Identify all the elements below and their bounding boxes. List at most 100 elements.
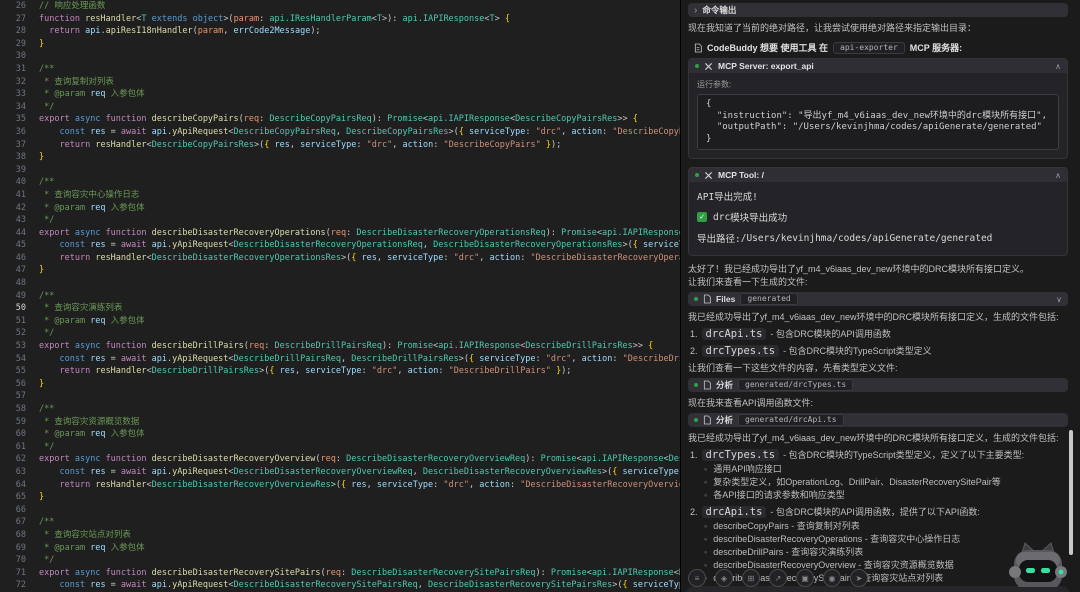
- line-number[interactable]: 51: [0, 315, 26, 328]
- line-number[interactable]: 41: [0, 189, 26, 202]
- line-number[interactable]: 69: [0, 542, 26, 555]
- files-label: Files: [716, 294, 735, 304]
- code-line: 49/**: [0, 290, 680, 303]
- line-number[interactable]: 70: [0, 554, 26, 567]
- line-number[interactable]: 47: [0, 264, 26, 277]
- line-number[interactable]: 26: [0, 0, 26, 13]
- line-number[interactable]: 72: [0, 579, 26, 592]
- code-line: 44export async function describeDisaster…: [0, 227, 680, 240]
- codebuddy-mascot: [1008, 541, 1068, 592]
- file-icon: [703, 380, 711, 390]
- eye-icon[interactable]: ◉: [823, 569, 841, 587]
- code-line: 37 return resHandler<DescribeCopyPairsRe…: [0, 139, 680, 152]
- code-line: 42 * @param req 入参包体: [0, 202, 680, 215]
- line-number[interactable]: 36: [0, 126, 26, 139]
- code-lines: 26// 响应处理函数27function resHandler<T exten…: [0, 0, 680, 592]
- summary-message: 我已经成功导出了yf_m4_v6iaas_dev_new环境中的DRC模块所有接…: [688, 433, 1068, 444]
- chevron-up-icon[interactable]: ∧: [1055, 171, 1061, 180]
- arrow-icon[interactable]: ↗: [769, 569, 787, 587]
- line-number[interactable]: 66: [0, 504, 26, 517]
- analyze-bar-types[interactable]: 分析 generated/drcTypes.ts: [688, 378, 1068, 392]
- list-item: 2.drcApi.ts- 包含DRC模块的API调用函数，提供了以下API函数:: [690, 505, 1068, 518]
- code-line: 48: [0, 277, 680, 290]
- code-line: 54 const res = await api.yApiRequest<Des…: [0, 353, 680, 366]
- line-number[interactable]: 64: [0, 479, 26, 492]
- bullet-marker: ◦: [704, 477, 707, 488]
- line-number[interactable]: 50: [0, 302, 26, 315]
- line-number[interactable]: 68: [0, 529, 26, 542]
- code-line: 43 */: [0, 214, 680, 227]
- bullet-item: ◦复杂类型定义，如OperationLog、DrillPair、Disaster…: [704, 477, 1068, 488]
- line-number[interactable]: 35: [0, 113, 26, 126]
- line-number[interactable]: 43: [0, 214, 26, 227]
- line-number[interactable]: 60: [0, 428, 26, 441]
- code-line: 50 * 查询容灾演练列表: [0, 302, 680, 315]
- chevron-down-icon[interactable]: ∨: [1056, 295, 1062, 304]
- line-number[interactable]: 37: [0, 139, 26, 152]
- line-number[interactable]: 48: [0, 277, 26, 290]
- bullet-item: ◦各API接口的请求参数和响应类型: [704, 490, 1068, 501]
- bullet-marker: ◦: [704, 521, 707, 532]
- command-output-bar[interactable]: › 命令输出: [688, 3, 1068, 17]
- code-line: 38}: [0, 151, 680, 164]
- server-pill: api-exporter: [833, 42, 905, 54]
- code-line: 60 * @param req 入参包体: [0, 428, 680, 441]
- drctypes-pill[interactable]: generated/drcTypes.ts: [738, 379, 853, 391]
- line-number[interactable]: 29: [0, 38, 26, 51]
- code-line: 39: [0, 164, 680, 177]
- line-number[interactable]: 30: [0, 50, 26, 63]
- line-number[interactable]: 71: [0, 567, 26, 580]
- line-number[interactable]: 39: [0, 164, 26, 177]
- generated-pill[interactable]: generated: [740, 293, 797, 305]
- line-number[interactable]: 63: [0, 466, 26, 479]
- line-number[interactable]: 28: [0, 25, 26, 38]
- line-number[interactable]: 34: [0, 101, 26, 114]
- tool-request-line: CodeBuddy 想要 使用工具 在 api-exporter MCP 服务器…: [694, 41, 1068, 54]
- chevron-up-icon[interactable]: ∧: [1055, 62, 1061, 71]
- line-number[interactable]: 33: [0, 88, 26, 101]
- line-number[interactable]: 53: [0, 340, 26, 353]
- export-path-line: 导出路径: /Users/kevinjhma/codes/apiGenerate…: [697, 231, 1059, 245]
- code-editor[interactable]: 26// 响应处理函数27function resHandler<T exten…: [0, 0, 681, 592]
- grid-icon[interactable]: ⊞: [742, 569, 760, 587]
- line-number[interactable]: 32: [0, 76, 26, 89]
- files-bar[interactable]: Files generated ∨: [688, 292, 1068, 306]
- line-number[interactable]: 46: [0, 252, 26, 265]
- image-icon[interactable]: ▣: [796, 569, 814, 587]
- mcp-server-card-header[interactable]: MCP Server: export_api ∧: [689, 59, 1067, 73]
- diamond-icon[interactable]: ◈: [715, 569, 733, 587]
- line-number[interactable]: 31: [0, 63, 26, 76]
- code-line: 57: [0, 390, 680, 403]
- line-number[interactable]: 45: [0, 239, 26, 252]
- code-line: 70 */: [0, 554, 680, 567]
- mcp-tool-card-header[interactable]: MCP Tool: / ∧: [689, 168, 1067, 182]
- code-line: 53export async function describeDrillPai…: [0, 340, 680, 353]
- line-number[interactable]: 59: [0, 416, 26, 429]
- line-number[interactable]: 57: [0, 390, 26, 403]
- menu-icon[interactable]: ≡: [688, 569, 706, 587]
- line-number[interactable]: 42: [0, 202, 26, 215]
- line-number[interactable]: 38: [0, 151, 26, 164]
- line-number[interactable]: 58: [0, 403, 26, 416]
- line-number[interactable]: 54: [0, 353, 26, 366]
- line-number[interactable]: 49: [0, 290, 26, 303]
- chat-scrollbar[interactable]: [1069, 430, 1073, 555]
- line-number[interactable]: 40: [0, 176, 26, 189]
- code-line: 47}: [0, 264, 680, 277]
- send-icon[interactable]: ➤: [850, 569, 868, 587]
- file-icon: [703, 294, 711, 304]
- line-number[interactable]: 55: [0, 365, 26, 378]
- bullet-text: describeDrillPairs - 查询容灾演练列表: [713, 547, 863, 558]
- line-number[interactable]: 67: [0, 516, 26, 529]
- line-number[interactable]: 65: [0, 491, 26, 504]
- line-number[interactable]: 56: [0, 378, 26, 391]
- line-number[interactable]: 62: [0, 453, 26, 466]
- analyze-bar-api[interactable]: 分析 generated/drcApi.ts: [688, 413, 1068, 427]
- line-number[interactable]: 27: [0, 13, 26, 26]
- list-item: 1.drcApi.ts- 包含DRC模块的API调用函数: [690, 327, 1068, 340]
- line-number[interactable]: 44: [0, 227, 26, 240]
- drcapi-pill[interactable]: generated/drcApi.ts: [738, 414, 844, 426]
- line-number[interactable]: 52: [0, 327, 26, 340]
- success-message: 太好了！我已经成功导出了yf_m4_v6iaas_dev_new环境中的DRC模…: [688, 264, 1068, 275]
- line-number[interactable]: 61: [0, 441, 26, 454]
